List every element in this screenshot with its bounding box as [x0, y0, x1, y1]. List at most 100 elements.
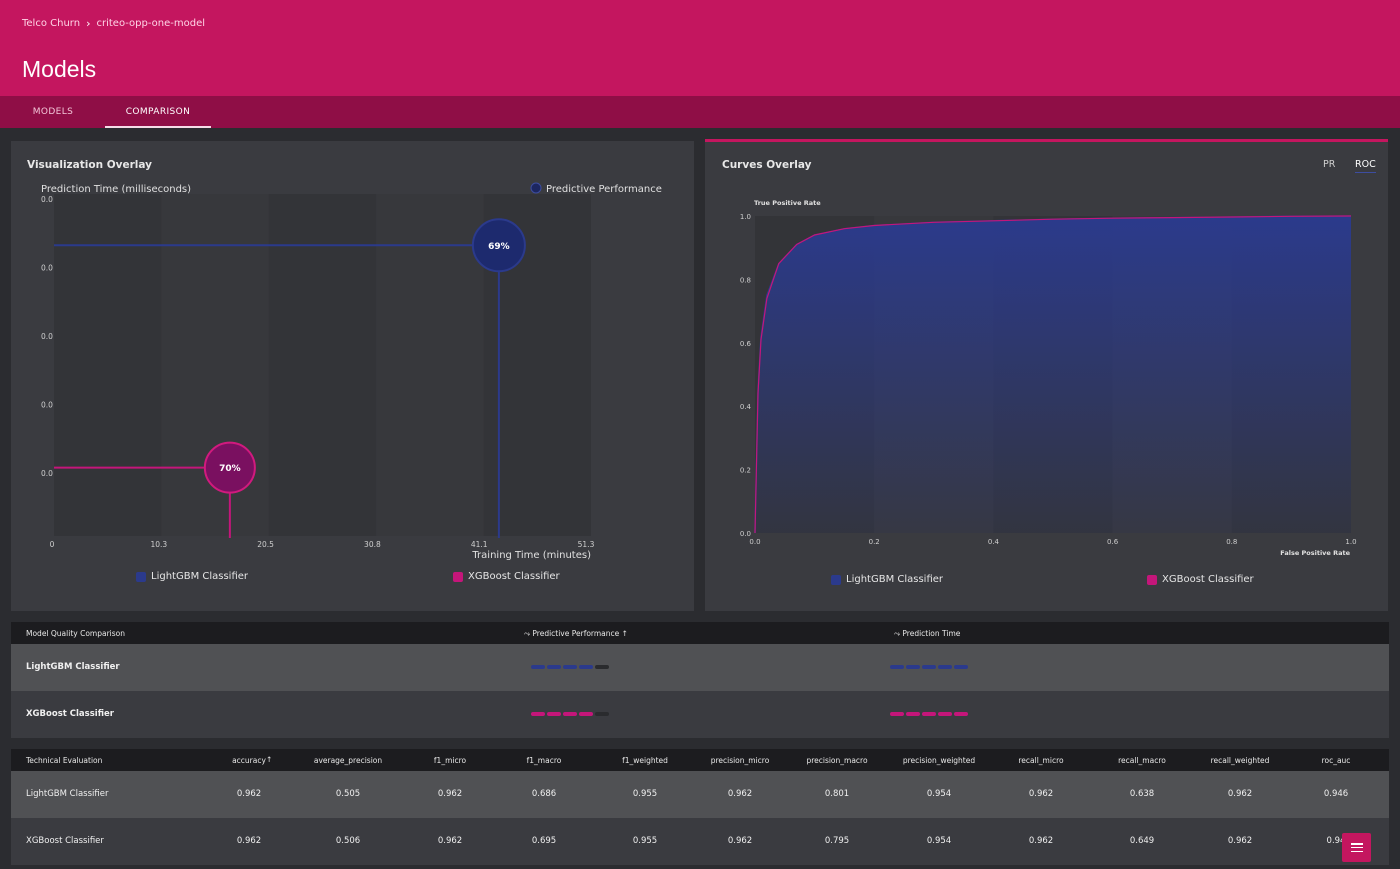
y-tick-label: 0.0	[41, 332, 53, 341]
column-header-predictive-performance[interactable]: ⤳ Predictive Performance ↑	[524, 629, 628, 639]
performance-bar	[531, 712, 609, 716]
column-header-precision-weighted[interactable]: precision_weighted	[889, 756, 989, 765]
column-header-roc-auc[interactable]: roc_auc	[1286, 756, 1386, 765]
metric-value: 0.795	[824, 836, 850, 846]
table-row[interactable]: LightGBM Classifier 0.962 0.505 0.962 0.686 0…	[11, 771, 1389, 818]
metric-value: 0.955	[632, 789, 658, 799]
column-header-f1-micro[interactable]: f1_micro	[400, 756, 500, 765]
trend-icon: ⤳	[894, 629, 900, 638]
table-row[interactable]: XGBoost Classifier	[11, 691, 1389, 738]
metric-value: 0.506	[335, 836, 361, 846]
column-header: Model Quality Comparison	[26, 629, 125, 638]
size-legend-icon	[530, 182, 542, 194]
hamburger-menu-icon	[1350, 843, 1363, 852]
metric-value: 0.801	[824, 789, 850, 799]
legend-swatch-icon	[453, 571, 463, 582]
metric-value: 0.962	[727, 836, 753, 846]
column-header-recall-micro[interactable]: recall_micro	[991, 756, 1091, 765]
column-header-f1-weighted[interactable]: f1_weighted	[595, 756, 695, 765]
y-tick-label: 0.6	[740, 340, 752, 348]
metric-value: 0.962	[1227, 789, 1253, 799]
x-tick-label: 0.0	[749, 538, 760, 546]
x-tick-label: 0	[50, 540, 55, 549]
menu-fab-button[interactable]	[1342, 833, 1371, 862]
y-tick-label: 1.0	[740, 213, 751, 221]
metric-value: 0.962	[1227, 836, 1253, 846]
model-name: XGBoost Classifier	[26, 836, 104, 846]
x-axis-label: False Positive Rate	[1280, 549, 1350, 557]
curves-overlay-panel: Curves Overlay PR ROC True Positive Rate…	[705, 139, 1388, 611]
breadcrumb-project-link[interactable]: Telco Churn	[22, 18, 80, 29]
legend-lightgbm[interactable]: LightGBM Classifier	[831, 574, 943, 585]
metric-value: 0.686	[531, 789, 557, 799]
column-header-f1-macro[interactable]: f1_macro	[494, 756, 594, 765]
column-header-precision-micro[interactable]: precision_micro	[690, 756, 790, 765]
legend-swatch-icon	[136, 571, 146, 582]
metric-value: 0.695	[531, 836, 557, 846]
x-tick-label: 30.8	[364, 540, 381, 549]
y-tick-label: 0.4	[740, 403, 752, 411]
y-tick-label: 0.8	[740, 276, 751, 284]
column-header: Technical Evaluation	[26, 756, 103, 765]
x-tick-label: 10.3	[150, 540, 167, 549]
technical-evaluation-table: Technical Evaluation accuracy ↑ average_pre…	[11, 749, 1389, 865]
metric-value: 0.962	[236, 836, 262, 846]
x-tick-label: 0.6	[1107, 538, 1119, 546]
legend-xgboost[interactable]: XGBoost Classifier	[1147, 574, 1254, 585]
legend-lightgbm[interactable]: LightGBM Classifier	[136, 571, 248, 582]
model-quality-table: Model Quality Comparison ⤳ Predictive Pe…	[11, 622, 1389, 738]
model-name: LightGBM Classifier	[26, 662, 120, 672]
size-legend-label: Predictive Performance	[546, 184, 662, 195]
metric-value: 0.638	[1129, 789, 1155, 799]
app-header: Telco Churn › criteo-opp-one-model Model…	[0, 0, 1400, 96]
metric-value: 0.946	[1323, 789, 1349, 799]
x-tick-label: 1.0	[1345, 538, 1356, 546]
column-header-recall-macro[interactable]: recall_macro	[1092, 756, 1192, 765]
y-tick-label: 0.0	[41, 264, 53, 273]
x-tick-label: 0.4	[988, 538, 1000, 546]
table-row[interactable]: LightGBM Classifier	[11, 644, 1389, 691]
table-header: Model Quality Comparison ⤳ Predictive Pe…	[11, 622, 1389, 644]
breadcrumb-app-link[interactable]: criteo-opp-one-model	[96, 18, 205, 29]
metric-value: 0.505	[335, 789, 361, 799]
legend-swatch-icon	[1147, 574, 1157, 585]
prediction-time-bar	[890, 665, 968, 669]
metric-value: 0.962	[437, 789, 463, 799]
y-tick-label: 0.0	[740, 530, 751, 538]
metric-value: 0.962	[727, 789, 753, 799]
legend-xgboost[interactable]: XGBoost Classifier	[453, 571, 560, 582]
y-tick-label: 0.0	[41, 469, 53, 478]
tab-comparison[interactable]: COMPARISON	[105, 96, 211, 128]
x-axis-label: Training Time (minutes)	[471, 550, 591, 561]
table-header: Technical Evaluation accuracy ↑ average_pre…	[11, 749, 1389, 771]
trend-icon: ⤳	[524, 629, 530, 638]
x-tick-label: 41.1	[471, 540, 488, 549]
prediction-time-bar	[890, 712, 968, 716]
x-tick-label: 0.8	[1226, 538, 1237, 546]
roc-curve-chart: True Positive Rate 0.0 0.2 0.4 0.6 0.8 1.0 0.…	[740, 199, 1357, 557]
column-header-recall-weighted[interactable]: recall_weighted	[1190, 756, 1290, 765]
visualization-overlay-chart: Prediction Time (milliseconds) Predictiv…	[41, 182, 662, 561]
y-tick-label: 0.0	[41, 401, 53, 410]
breadcrumb: Telco Churn › criteo-opp-one-model	[22, 17, 205, 30]
metric-value: 0.94	[1326, 836, 1346, 846]
metric-value: 0.954	[926, 789, 952, 799]
roc-area-lightgbm	[755, 216, 1351, 533]
data-point-label: 70%	[219, 464, 241, 474]
column-header-prediction-time[interactable]: ⤳ Prediction Time	[894, 629, 960, 639]
y-axis-label: Prediction Time (milliseconds)	[41, 184, 191, 195]
column-header-precision-macro[interactable]: precision_macro	[787, 756, 887, 765]
metric-value: 0.962	[236, 789, 262, 799]
tab-bar: MODELS COMPARISON	[0, 96, 1400, 128]
tab-models[interactable]: MODELS	[11, 96, 95, 128]
metric-value: 0.954	[926, 836, 952, 846]
model-name: LightGBM Classifier	[26, 789, 109, 799]
visualization-overlay-panel: Visualization Overlay Prediction Time (m…	[11, 141, 694, 611]
column-header-accuracy[interactable]: accuracy	[199, 756, 299, 765]
legend-swatch-icon	[831, 574, 841, 585]
column-header-average-precision[interactable]: average_precision	[298, 756, 398, 765]
table-row[interactable]: XGBoost Classifier 0.962 0.506 0.962 0.695 0.…	[11, 818, 1389, 865]
metric-value: 0.955	[632, 836, 658, 846]
page-title: Models	[22, 56, 97, 82]
metric-value: 0.649	[1129, 836, 1155, 846]
